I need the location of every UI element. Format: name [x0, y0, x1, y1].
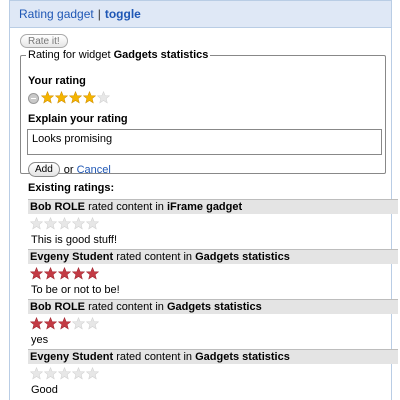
gadget-header: Rating gadget | toggle — [10, 1, 391, 28]
rating-entry-header: Evgeny Student rated content in Gadgets … — [28, 249, 398, 264]
rating-connector: rated content in — [88, 201, 164, 213]
star-icon[interactable] — [97, 91, 110, 104]
star-icon — [72, 317, 85, 330]
rated-content-name: Gadgets statistics — [195, 351, 290, 363]
legend-prefix: Rating for widget — [28, 49, 114, 61]
rating-connector: rated content in — [116, 251, 193, 263]
rating-entry-header: Bob ROLE rated content in Gadgets statis… — [28, 299, 398, 314]
gadget-title: Rating gadget — [19, 7, 94, 21]
rating-comment: Good — [31, 384, 58, 396]
legend-widget-name: Gadgets statistics — [113, 49, 209, 61]
rating-comment: This is good stuff! — [31, 234, 118, 246]
rating-stars — [30, 317, 398, 330]
star-icon — [58, 367, 71, 380]
rating-entry: Bob ROLE rated content in Gadgets statis… — [28, 299, 398, 346]
star-icon — [86, 217, 99, 230]
or-text: or — [63, 163, 74, 176]
your-rating-label: Your rating — [28, 75, 86, 87]
rating-gadget: Rating gadget | toggle Rate it! Rating for… — [9, 0, 398, 400]
rated-content-name: iFrame gadget — [166, 201, 243, 213]
rating-entry-header: Bob ROLE rated content in iFrame gadget — [28, 199, 398, 214]
star-icon — [58, 217, 71, 230]
form-legend: Rating for widget Gadgets statistics — [26, 49, 210, 61]
star-icon — [44, 267, 57, 280]
star-icon[interactable] — [41, 91, 54, 104]
rating-form: Rating for widget Gadgets statistics You… — [20, 49, 386, 177]
star-icon — [30, 217, 43, 230]
star-icon — [72, 267, 85, 280]
rating-user: Bob ROLE — [30, 301, 85, 313]
rated-content-name: Gadgets statistics — [195, 251, 290, 263]
rating-stars — [30, 367, 398, 380]
header-separator: | — [97, 7, 101, 21]
star-icon — [30, 367, 43, 380]
cancel-link[interactable]: Cancel — [77, 164, 111, 176]
rating-comment: yes — [31, 334, 49, 346]
star-icon[interactable] — [55, 91, 68, 104]
rate-it-button[interactable]: Rate it! — [20, 34, 68, 48]
rating-user: Evgeny Student — [30, 251, 114, 263]
existing-ratings-title: Existing ratings: — [28, 182, 115, 194]
explain-rating-textarea[interactable]: Looks promising — [27, 129, 382, 155]
star-icon — [30, 267, 43, 280]
star-icon — [58, 267, 71, 280]
add-button[interactable]: Add — [28, 162, 60, 177]
toggle-link[interactable]: toggle — [105, 7, 141, 21]
rating-stars — [30, 267, 398, 280]
rating-entry: Evgeny Student rated content in Gadgets … — [28, 249, 398, 296]
star-icon — [44, 317, 57, 330]
star-icon — [86, 317, 99, 330]
rating-user: Evgeny Student — [30, 351, 114, 363]
star-icon — [86, 267, 99, 280]
rating-comment: To be or not to be! — [31, 284, 120, 296]
star-icon — [72, 217, 85, 230]
rating-entry-header: Evgeny Student rated content in Gadgets … — [28, 349, 398, 364]
rating-user: Bob ROLE — [30, 201, 85, 213]
rating-entry: Bob ROLE rated content in iFrame gadget T… — [28, 199, 398, 246]
star-icon — [86, 367, 99, 380]
rating-entry: Evgeny Student rated content in Gadgets … — [28, 349, 398, 396]
star-icon[interactable] — [69, 91, 82, 104]
rating-stars — [30, 217, 398, 230]
star-icon — [72, 367, 85, 380]
rated-content-name: Gadgets statistics — [166, 301, 262, 313]
your-rating-stars[interactable] — [28, 91, 110, 104]
clear-rating-icon[interactable] — [28, 92, 39, 104]
explain-rating-label: Explain your rating — [28, 113, 128, 125]
star-icon — [44, 217, 57, 230]
your-rating-star-row[interactable] — [41, 91, 110, 104]
form-actions: Add or Cancel — [28, 162, 111, 177]
rating-connector: rated content in — [88, 301, 164, 313]
star-icon[interactable] — [83, 91, 96, 104]
star-icon — [58, 317, 71, 330]
star-icon — [30, 317, 43, 330]
rating-connector: rated content in — [116, 351, 193, 363]
star-icon — [44, 367, 57, 380]
